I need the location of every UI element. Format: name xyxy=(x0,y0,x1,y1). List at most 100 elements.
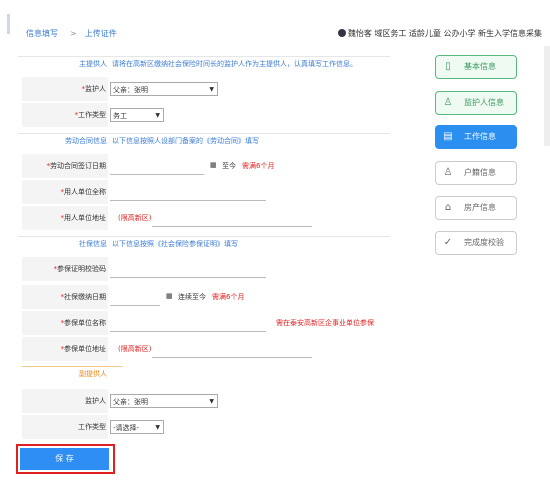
unit-note: 需在泰安高新区企事业单位参保 xyxy=(276,319,374,327)
control-employer-name xyxy=(110,180,392,204)
sidebar-item-household[interactable]: ♙ 户籍信息 xyxy=(435,161,517,185)
label-text: 参保证明校验码 xyxy=(57,265,106,273)
label-insurance-code: *参保证明校验码 xyxy=(22,257,108,281)
sidebar-item-basic[interactable]: ▯ 基本信息 xyxy=(435,55,517,79)
document-lines-icon: ▤ xyxy=(443,131,453,142)
sidebar-item-guardian[interactable]: ♙ 监护人信息 xyxy=(435,91,517,115)
guardian2-select[interactable]: 父亲：张明 ▼ xyxy=(110,394,218,408)
label-text: 用人单位地址 xyxy=(64,214,106,222)
breadcrumb: 信息填写 > 上传证件 xyxy=(26,28,121,39)
divider xyxy=(18,133,390,134)
select-value: 父亲：张明 xyxy=(113,86,148,94)
select-value: -请选择- xyxy=(113,424,140,432)
control-guardian: 父亲：张明 ▼ xyxy=(110,77,392,101)
section-title: 社保信息 xyxy=(79,240,107,248)
section-title: 劳动合同信息 xyxy=(65,137,107,145)
caret-down-icon: ▼ xyxy=(155,424,160,431)
section-contract: 劳动合同信息 以下信息按照人设部门备案的《劳动合同》填写 xyxy=(0,136,392,150)
work-type-select[interactable]: 务工 ▼ xyxy=(110,108,164,122)
label-insured-addr: *参保单位地址 xyxy=(22,337,108,361)
section-desc: 请将在高新区缴纳社会保险时间长的监护人作为主提供人，认真填写工作信息。 xyxy=(112,60,357,68)
calendar-icon[interactable]: ▦ xyxy=(166,292,173,300)
label-insurance-date: *社保缴纳日期 xyxy=(22,285,108,309)
label-work-type2: 工作类型 xyxy=(22,415,108,439)
breadcrumb-separator: > xyxy=(70,29,77,38)
insured-addr-input[interactable] xyxy=(152,357,312,358)
row-insured-addr: *参保单位地址 (限高新区) xyxy=(22,337,392,361)
label-guardian: *监护人 xyxy=(22,77,108,101)
row-insured-unit: *参保单位名称 需在泰安高新区企事业单位参保 xyxy=(22,311,392,335)
calendar-icon[interactable]: ▦ xyxy=(210,161,217,169)
section-desc: 以下信息按照人设部门备案的《劳动合同》填写 xyxy=(112,137,259,145)
section-title: 主提供人 xyxy=(79,60,107,68)
insurance-date-input[interactable] xyxy=(110,305,160,306)
label-text: 参保单位地址 xyxy=(64,345,106,353)
breadcrumb-item-upload[interactable]: 上传证件 xyxy=(85,29,117,38)
addr-note: (限高新区) xyxy=(118,345,152,353)
control-guardian2: 父亲：张明 ▼ xyxy=(110,389,392,413)
control-insurance-code xyxy=(110,257,392,281)
label-text: 用人单位全称 xyxy=(64,188,106,196)
label-text: 劳动合同签订日期 xyxy=(50,162,106,170)
row-employer-name: *用人单位全称 xyxy=(22,180,392,204)
user-text: 魏怡客 域区务工 适龄儿童 公办小学 新生入学信息采集 xyxy=(347,29,542,38)
control-employer-addr: (限高新区) xyxy=(110,206,392,230)
label-text: 监护人 xyxy=(85,85,106,93)
date-to-text: 连续至今 xyxy=(178,293,206,301)
sidebar-item-label: 工作信息 xyxy=(464,132,496,141)
control-work-type: 务工 ▼ xyxy=(110,103,392,127)
work-type2-select[interactable]: -请选择- ▼ xyxy=(110,420,164,434)
breadcrumb-item-info[interactable]: 信息填写 xyxy=(26,29,58,38)
row-guardian: *监护人 父亲：张明 ▼ xyxy=(22,77,392,101)
control-contract-date: ▦ 至今 需满6个月 xyxy=(110,154,392,178)
control-insured-addr: (限高新区) xyxy=(110,337,392,361)
employer-name-input[interactable] xyxy=(110,200,266,201)
label-text: 监护人 xyxy=(85,397,106,405)
sidebar-item-label: 监护人信息 xyxy=(464,98,504,107)
section-secondary: 副提供人 xyxy=(0,369,392,383)
guardian-select[interactable]: 父亲：张明 ▼ xyxy=(110,82,218,96)
row-insurance-date: *社保缴纳日期 ▦ 连续至今 需满6个月 xyxy=(22,285,392,309)
control-insured-unit: 需在泰安高新区企事业单位参保 xyxy=(110,311,392,335)
row-work-type2: 工作类型 -请选择- ▼ xyxy=(22,415,392,439)
control-work-type2: -请选择- ▼ xyxy=(110,415,392,439)
date-to-text: 至今 xyxy=(222,162,236,170)
sidebar-item-validate[interactable]: ✓ 完成度校验 xyxy=(435,231,517,255)
user-icon xyxy=(337,29,346,37)
select-value: 父亲：张明 xyxy=(113,398,148,406)
addr-note: (限高新区) xyxy=(118,214,152,222)
caret-down-icon: ▼ xyxy=(155,112,160,119)
label-text: 社保缴纳日期 xyxy=(64,293,106,301)
sidebar-item-label: 完成度校验 xyxy=(464,238,504,247)
scrollbar[interactable] xyxy=(544,46,550,146)
save-button[interactable]: 保 存 xyxy=(20,448,109,470)
sidebar-item-work[interactable]: ▤ 工作信息 xyxy=(435,125,517,149)
divider xyxy=(18,236,390,237)
top-accent-bar xyxy=(7,14,10,34)
employer-addr-input[interactable] xyxy=(152,226,312,227)
section-title: 副提供人 xyxy=(79,370,107,378)
caret-down-icon: ▼ xyxy=(209,86,214,93)
section-social: 社保信息 以下信息按照《社会保险参保证明》填写 xyxy=(0,239,392,253)
date-note: 需满6个月 xyxy=(242,162,275,170)
insured-unit-input[interactable] xyxy=(110,331,266,332)
sidebar-item-label: 户籍信息 xyxy=(464,168,496,177)
row-employer-addr: *用人单位地址 (限高新区) xyxy=(22,206,392,230)
divider xyxy=(18,56,390,57)
row-guardian2: 监护人 父亲：张明 ▼ xyxy=(22,389,392,413)
label-text: 工作类型 xyxy=(78,111,106,119)
label-work-type: *工作类型 xyxy=(22,103,108,127)
row-contract-date: *劳动合同签订日期 ▦ 至今 需满6个月 xyxy=(22,154,392,178)
caret-down-icon: ▼ xyxy=(209,398,214,405)
insurance-code-input[interactable] xyxy=(110,277,266,278)
label-insured-unit: *参保单位名称 xyxy=(22,311,108,335)
person-outline-icon: ♙ xyxy=(443,167,453,178)
label-text: 参保单位名称 xyxy=(64,319,106,327)
section-desc: 以下信息按照《社会保险参保证明》填写 xyxy=(112,240,238,248)
sidebar-item-property[interactable]: ⌂ 房产信息 xyxy=(435,196,517,220)
sidebar-item-label: 房产信息 xyxy=(464,203,496,212)
contract-date-input[interactable] xyxy=(110,174,204,175)
document-icon: ▯ xyxy=(445,61,451,72)
row-insurance-code: *参保证明校验码 xyxy=(22,257,392,281)
sidebar-item-label: 基本信息 xyxy=(464,62,496,71)
